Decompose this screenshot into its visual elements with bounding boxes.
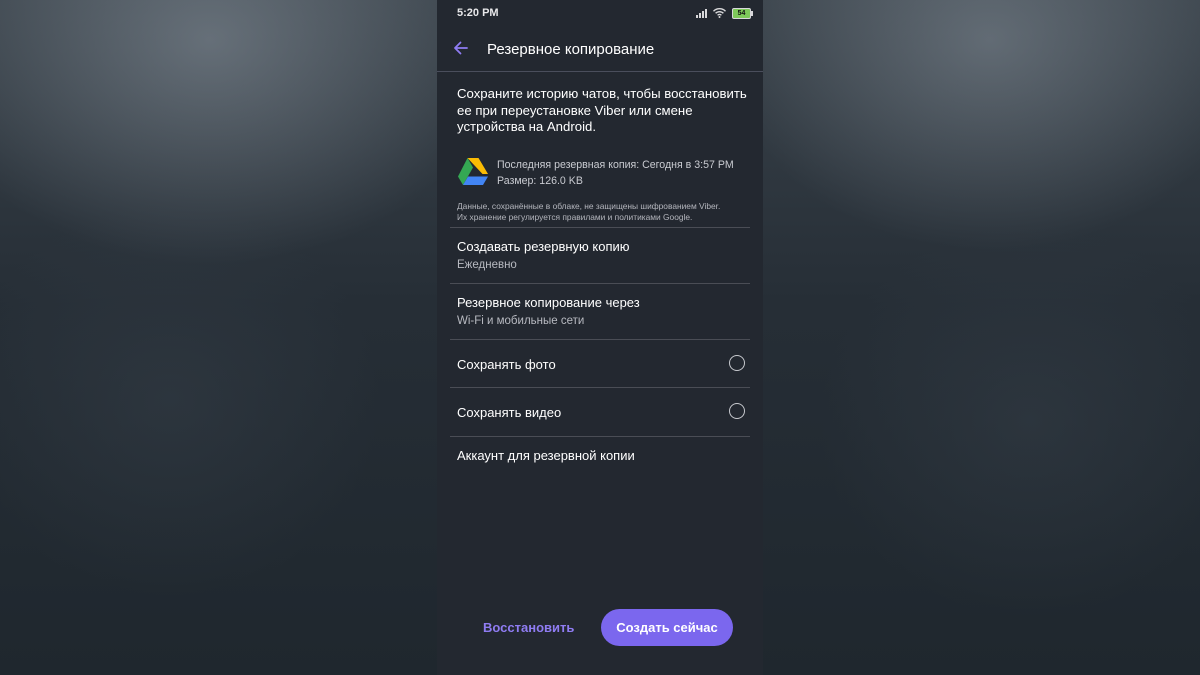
backup-via-setting[interactable]: Резервное копирование через Wi-Fi и моби… [437, 284, 763, 339]
app-bar-divider [437, 71, 763, 72]
backup-via-value: Wi-Fi и мобильные сети [457, 315, 585, 327]
save-videos-title: Сохранять видео [457, 405, 562, 420]
back-arrow-icon[interactable] [452, 39, 470, 57]
backup-account-setting[interactable]: Аккаунт для резервной копии [437, 437, 763, 477]
create-backup-value: Ежедневно [457, 259, 517, 271]
save-videos-setting[interactable]: Сохранять видео [437, 388, 763, 436]
save-photos-checkbox[interactable] [729, 355, 745, 371]
save-videos-checkbox[interactable] [729, 403, 745, 419]
backup-via-title: Резервное копирование через [457, 295, 640, 310]
signal-icon [696, 8, 707, 18]
create-backup-title: Создавать резервную копию [457, 239, 630, 254]
battery-icon: 54 [732, 7, 753, 19]
status-icons: 54 [696, 7, 753, 19]
save-photos-title: Сохранять фото [457, 357, 556, 372]
phone-screen: 5:20 PM 54 Резервное копирование Сохрани… [437, 0, 763, 675]
create-backup-setting[interactable]: Создавать резервную копию Ежедневно [437, 228, 763, 283]
notice-line-1: Данные, сохранённые в облаке, не защищен… [457, 201, 721, 211]
status-time: 5:20 PM [457, 7, 499, 19]
backup-info: Последняя резервная копия: Сегодня в 3:5… [497, 157, 734, 189]
last-backup-text: Последняя резервная копия: Сегодня в 3:5… [497, 159, 734, 171]
cloud-notice: Данные, сохранённые в облаке, не защищен… [457, 201, 757, 222]
save-photos-setting[interactable]: Сохранять фото [437, 340, 763, 387]
intro-text: Сохраните историю чатов, чтобы восстанов… [457, 86, 747, 134]
status-bar: 5:20 PM 54 [437, 0, 763, 28]
google-drive-icon [458, 158, 488, 185]
notice-line-2: Их хранение регулируется правилами и пол… [457, 211, 693, 222]
backup-account-title: Аккаунт для резервной копии [457, 448, 635, 463]
backup-size-text: Размер: 126.0 KB [497, 175, 583, 187]
page-title: Резервное копирование [487, 41, 655, 58]
create-now-button[interactable]: Создать сейчас [601, 609, 733, 646]
wifi-icon [713, 8, 726, 18]
restore-button[interactable]: Восстановить [483, 620, 574, 635]
app-bar: Резервное копирование [437, 28, 763, 71]
